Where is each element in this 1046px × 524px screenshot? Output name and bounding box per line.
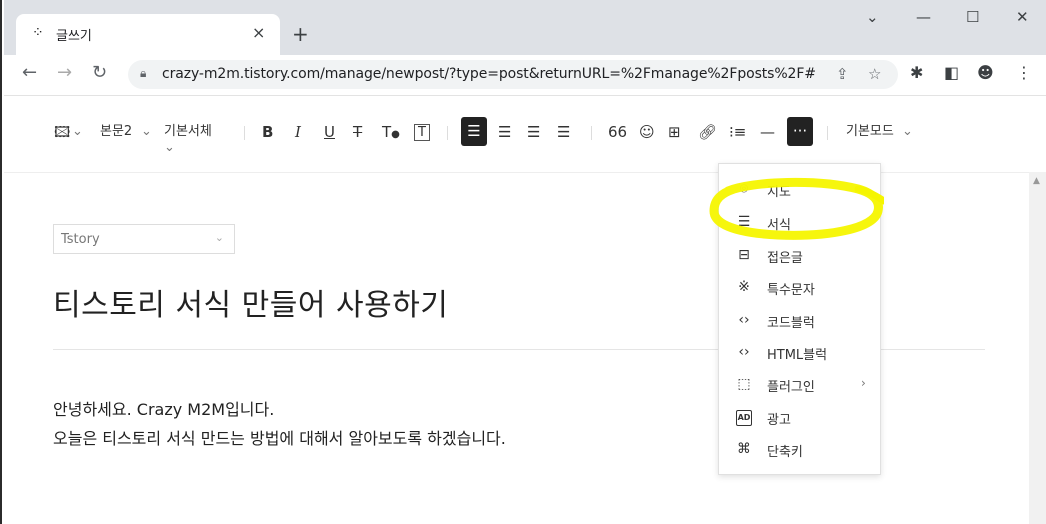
text-color-button[interactable]: T● (382, 123, 400, 144)
browser-window: ⁘ 글쓰기 × + ⌄ — ☐ ✕ ← → ↻ 🔒︎ crazy-m2m.tis… (0, 0, 1046, 524)
emoji-icon[interactable]: ☺ (639, 123, 655, 141)
more-tools-button[interactable]: ··· (787, 117, 813, 146)
image-chevron-icon[interactable]: ⌄ (72, 123, 83, 141)
bookmark-star-icon[interactable]: ☆ (868, 65, 881, 83)
chevron-right-icon: › (861, 376, 866, 390)
url-text[interactable]: crazy-m2m.tistory.com/manage/newpost/?ty… (162, 66, 816, 82)
fold-icon: ⊟ (738, 247, 750, 263)
menu-item-label: HTML블럭 (767, 348, 828, 363)
menu-item-plugin[interactable]: ⬚ 플러그인 › (719, 368, 880, 400)
align-justify-button[interactable]: ☰ (557, 123, 570, 141)
align-left-button[interactable]: ☰ (461, 117, 487, 146)
separator (244, 126, 245, 140)
font-chevron-icon: ⌄ (164, 140, 175, 155)
more-tools-menu: ⌾ 지도 ☰ 서식 ⊟ 접은글 ※ 특수문자 ‹› 코드블럭 ‹› HTML블럭… (718, 163, 881, 475)
lock-icon[interactable]: 🔒︎ (140, 66, 146, 81)
menu-item-label: 코드블럭 (767, 316, 815, 331)
menu-item-label: 접은글 (767, 251, 803, 266)
chevron-down-icon: ⌄ (214, 231, 224, 244)
list-icon[interactable]: ⁝≡ (729, 123, 746, 141)
menu-item-label: 특수문자 (767, 283, 815, 298)
tistory-favicon-icon: ⁘ (32, 25, 44, 41)
tab-close-icon[interactable]: × (252, 23, 265, 42)
map-pin-icon: ⌾ (739, 181, 749, 197)
separator (591, 126, 592, 140)
menu-item-label: 광고 (767, 413, 791, 428)
text-background-button[interactable]: T (414, 124, 430, 141)
body-paragraph[interactable]: 오늘은 티스토리 서식 만드는 방법에 대해서 알아보도록 하겠습니다. (53, 425, 506, 449)
paragraph-style-select[interactable]: 본문2 (100, 123, 132, 141)
ad-icon: AD (736, 410, 752, 426)
extensions-puzzle-icon[interactable]: ✱ (910, 63, 923, 82)
tab-title: 글쓰기 (56, 29, 92, 44)
back-arrow-icon[interactable]: ← (22, 63, 37, 83)
plugin-icon: ⬚ (737, 376, 751, 392)
menu-item-shortcut[interactable]: ⌘ 단축키 (719, 433, 880, 465)
special-char-icon: ※ (738, 279, 750, 295)
menu-item-label: 플러그인 (767, 380, 815, 395)
quote-button[interactable]: 66 (608, 123, 627, 141)
image-icon[interactable]: 🖾︎ (54, 123, 70, 141)
menu-item-special-char[interactable]: ※ 특수문자 (719, 271, 880, 303)
menu-item-code-block[interactable]: ‹› 코드블럭 (719, 304, 880, 336)
menu-item-template[interactable]: ☰ 서식 (719, 206, 880, 238)
more-menu-icon[interactable]: ⋮ (1016, 63, 1032, 82)
menu-item-fold[interactable]: ⊟ 접은글 (719, 239, 880, 271)
shortcut-icon: ⌘ (737, 441, 751, 457)
menu-item-label: 단축키 (767, 445, 803, 460)
minimize-button[interactable]: — (916, 8, 931, 26)
align-center-button[interactable]: ☰ (498, 123, 511, 141)
strikethrough-button[interactable]: T (353, 123, 362, 141)
underline-button[interactable]: U (324, 123, 335, 141)
bold-button[interactable]: B (262, 123, 273, 141)
menu-item-label: 서식 (767, 218, 791, 233)
italic-button[interactable]: I (295, 123, 301, 141)
separator (447, 126, 448, 140)
template-icon: ☰ (737, 214, 751, 230)
html-icon: ‹› (738, 344, 750, 360)
scrollbar[interactable]: ▲ (1029, 172, 1046, 524)
close-window-button[interactable]: ✕ (1016, 8, 1029, 26)
mode-chevron-icon: ⌄ (902, 124, 913, 139)
profile-avatar[interactable]: ☻ (977, 63, 994, 82)
menu-item-map[interactable]: ⌾ 지도 (719, 173, 880, 205)
side-panel-icon[interactable]: ◧ (944, 63, 959, 82)
tab-strip: ⁘ 글쓰기 × + ⌄ — ☐ ✕ (4, 0, 1046, 55)
code-icon: ‹› (738, 312, 750, 328)
table-icon[interactable]: ⊞ (668, 123, 681, 141)
editor-mode-select[interactable]: 기본모드 (846, 123, 894, 141)
post-title[interactable]: 티스토리 서식 만들어 사용하기 (53, 280, 448, 324)
tab-search-icon[interactable]: ⌄ (866, 8, 879, 26)
align-right-button[interactable]: ☰ (527, 123, 540, 141)
link-icon[interactable]: 🔗︎ (698, 123, 717, 141)
body-paragraph[interactable]: 안녕하세요. Crazy M2M입니다. (53, 396, 274, 420)
paragraph-chevron-icon: ⌄ (141, 124, 152, 139)
category-select[interactable]: Tstory ⌄ (53, 224, 235, 254)
maximize-button[interactable]: ☐ (966, 8, 979, 26)
scroll-up-arrow-icon[interactable]: ▲ (1033, 176, 1040, 186)
category-value: Tstory (61, 232, 100, 247)
menu-item-ad[interactable]: AD 광고 (719, 401, 880, 433)
share-icon[interactable]: ⇪ (836, 65, 849, 83)
new-tab-button[interactable]: + (292, 24, 309, 44)
reload-icon[interactable]: ↻ (92, 63, 107, 83)
separator (827, 126, 828, 140)
menu-item-label: 지도 (767, 185, 791, 200)
navigation-bar: ← → ↻ 🔒︎ crazy-m2m.tistory.com/manage/ne… (4, 55, 1046, 96)
forward-arrow-icon[interactable]: → (57, 63, 72, 83)
tab-active[interactable]: ⁘ 글쓰기 × (16, 14, 280, 55)
address-bar[interactable]: 🔒︎ crazy-m2m.tistory.com/manage/newpost/… (128, 60, 898, 89)
horizontal-line-icon[interactable]: — (760, 123, 775, 141)
editor-toolbar: 🖾︎ ⌄ 본문2 ⌄ 기본서체 ⌄ B I U T T● T ☰ ☰ ☰ ☰ 6… (4, 96, 1046, 173)
menu-item-html-block[interactable]: ‹› HTML블럭 (719, 336, 880, 368)
